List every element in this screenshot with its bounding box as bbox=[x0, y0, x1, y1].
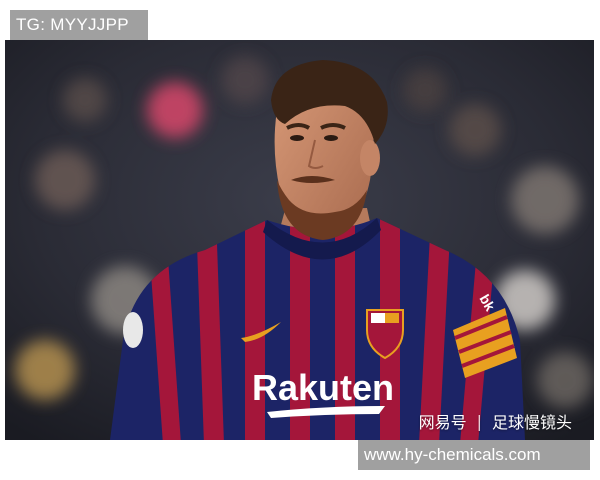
photo-credit: 网易号 | 足球慢镜头 bbox=[419, 409, 572, 433]
watermark-tag: TG: MYYJJPP bbox=[10, 10, 148, 40]
player-photo: Rakuten bk bbox=[5, 40, 594, 440]
credit-separator: | bbox=[476, 411, 482, 431]
watermark-url: www.hy-chemicals.com bbox=[358, 440, 590, 470]
credit-source: 网易号 bbox=[418, 413, 467, 432]
jersey-sponsor-text: Rakuten bbox=[252, 367, 394, 408]
credit-channel: 足球慢镜头 bbox=[491, 413, 572, 432]
